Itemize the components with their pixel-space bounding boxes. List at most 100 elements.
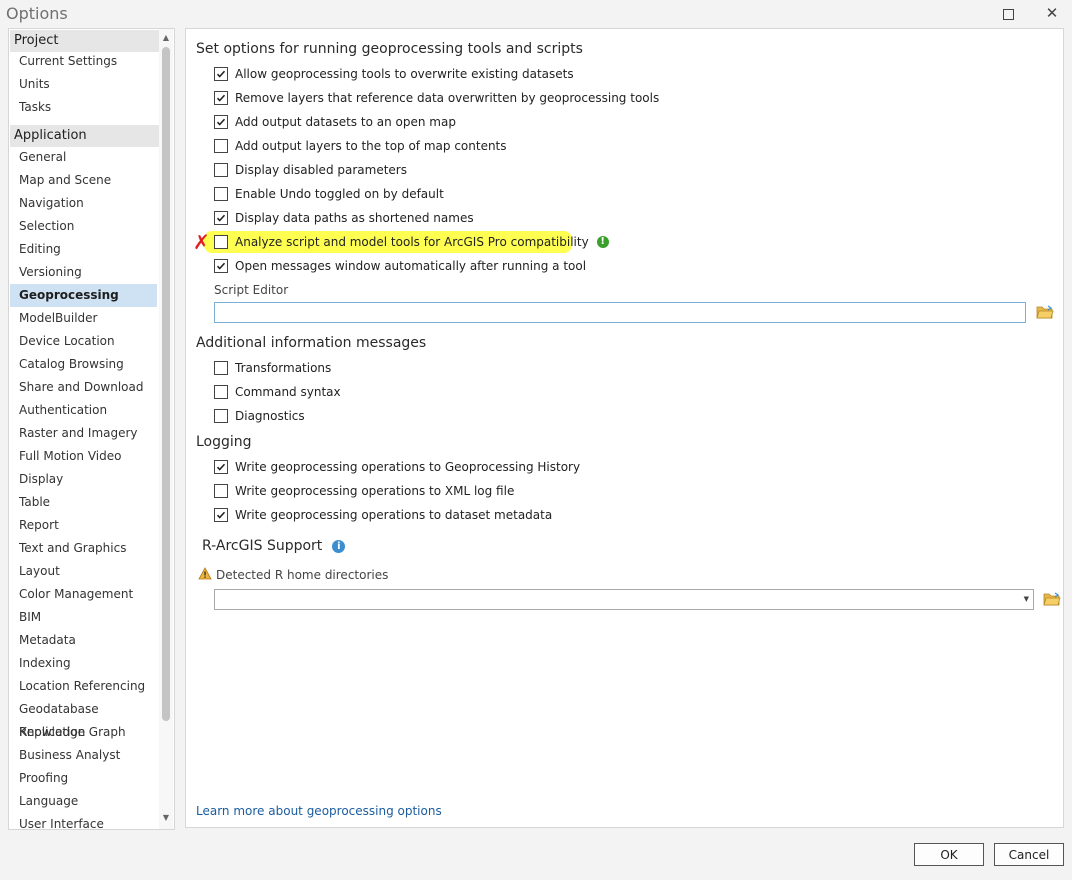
section-heading-geoprocessing: Set options for running geoprocessing to… xyxy=(196,41,583,57)
sidebar-item-tasks[interactable]: Tasks xyxy=(10,96,157,119)
sidebar-item-color-management[interactable]: Color Management xyxy=(10,583,157,606)
script-editor-input[interactable] xyxy=(214,302,1026,323)
sidebar-item-current-settings[interactable]: Current Settings xyxy=(10,50,157,73)
sidebar-item-navigation[interactable]: Navigation xyxy=(10,192,157,215)
cancel-button[interactable]: Cancel xyxy=(994,843,1064,866)
sidebar-item-metadata[interactable]: Metadata xyxy=(10,629,157,652)
close-icon: ✕ xyxy=(1045,4,1059,22)
checkbox-analyze-compatibility[interactable] xyxy=(214,235,228,249)
option-label: Display data paths as shortened names xyxy=(235,211,474,225)
sidebar-item-raster-and-imagery[interactable]: Raster and Imagery xyxy=(10,422,157,445)
scroll-down-icon[interactable]: ▼ xyxy=(159,811,173,825)
sidebar-item-editing[interactable]: Editing xyxy=(10,238,157,261)
checkbox-display-disabled-parameters[interactable] xyxy=(214,163,228,177)
option-label: Write geoprocessing operations to datase… xyxy=(235,508,553,522)
maximize-button[interactable] xyxy=(996,4,1020,24)
ok-button[interactable]: OK xyxy=(914,843,984,866)
sidebar-item-selection[interactable]: Selection xyxy=(10,215,157,238)
sidebar-group-project: Project xyxy=(10,30,161,52)
sidebar-item-proofing[interactable]: Proofing xyxy=(10,767,157,790)
learn-more-link[interactable]: Learn more about geoprocessing options xyxy=(196,804,442,818)
option-label: Transformations xyxy=(235,361,332,375)
sidebar-item-map-and-scene[interactable]: Map and Scene xyxy=(10,169,157,192)
option-label: Remove layers that reference data overwr… xyxy=(235,91,660,105)
info-icon[interactable]: i xyxy=(332,540,346,553)
sidebar-item-location-referencing[interactable]: Location Referencing xyxy=(10,675,157,698)
sidebar-item-geodatabase-replication[interactable]: Geodatabase Replication xyxy=(10,698,157,739)
red-x-annotation: ✗ xyxy=(193,230,210,254)
checkbox-add-output-layers-top[interactable] xyxy=(214,139,228,153)
scroll-thumb[interactable] xyxy=(162,47,170,721)
sidebar-item-authentication[interactable]: Authentication xyxy=(10,399,157,422)
checkbox-remove-layers[interactable] xyxy=(214,91,228,105)
option-label: Enable Undo toggled on by default xyxy=(235,187,444,201)
checkbox-open-messages-window[interactable] xyxy=(214,259,228,273)
sidebar-item-catalog-browsing[interactable]: Catalog Browsing xyxy=(10,353,157,376)
warning-icon xyxy=(198,567,212,583)
checkbox-command-syntax[interactable] xyxy=(214,385,228,399)
sidebar-item-device-location[interactable]: Device Location xyxy=(10,330,157,353)
r-home-dropdown[interactable]: ▼ xyxy=(214,589,1034,610)
close-button[interactable]: ✕ xyxy=(1040,4,1064,24)
options-sidebar: Project Current Settings Units Tasks App… xyxy=(8,28,175,830)
option-row: Add output layers to the top of map cont… xyxy=(214,137,507,155)
section-heading-r-arcgis: R-ArcGIS Support i xyxy=(202,538,346,554)
sidebar-group-application: Application xyxy=(10,125,161,147)
sidebar-item-table[interactable]: Table xyxy=(10,491,157,514)
script-editor-label: Script Editor xyxy=(214,283,289,297)
checkbox-shortened-names[interactable] xyxy=(214,211,228,225)
sidebar-item-report[interactable]: Report xyxy=(10,514,157,537)
sidebar-item-modelbuilder[interactable]: ModelBuilder xyxy=(10,307,157,330)
sidebar-item-general[interactable]: General xyxy=(10,146,157,169)
checkbox-diagnostics[interactable] xyxy=(214,409,228,423)
option-row: Enable Undo toggled on by default xyxy=(214,185,444,203)
option-row: Allow geoprocessing tools to overwrite e… xyxy=(214,65,574,83)
checkbox-enable-undo[interactable] xyxy=(214,187,228,201)
info-icon[interactable]: ! xyxy=(596,236,609,248)
checkbox-transformations[interactable] xyxy=(214,361,228,375)
option-row: Open messages window automatically after… xyxy=(214,257,586,275)
options-content-panel: Set options for running geoprocessing to… xyxy=(185,28,1064,828)
checkbox-allow-overwrite[interactable] xyxy=(214,67,228,81)
scroll-up-icon[interactable]: ▲ xyxy=(159,31,173,45)
option-label: Open messages window automatically after… xyxy=(235,259,587,273)
detected-r-row: Detected R home directories xyxy=(198,567,388,583)
checkbox-write-history[interactable] xyxy=(214,460,228,474)
window-title: Options xyxy=(6,4,68,23)
sidebar-item-units[interactable]: Units xyxy=(10,73,157,96)
checkbox-write-metadata[interactable] xyxy=(214,508,228,522)
sidebar-item-display[interactable]: Display xyxy=(10,468,157,491)
folder-open-icon[interactable] xyxy=(1043,592,1061,606)
r-arcgis-heading-text: R-ArcGIS Support xyxy=(202,538,323,554)
option-label: Add output datasets to an open map xyxy=(235,115,456,129)
sidebar-item-language[interactable]: Language xyxy=(10,790,157,813)
chevron-down-icon[interactable]: ▼ xyxy=(1024,595,1029,603)
checkbox-write-xml-log[interactable] xyxy=(214,484,228,498)
sidebar-item-business-analyst[interactable]: Business Analyst xyxy=(10,744,157,767)
sidebar-item-full-motion-video[interactable]: Full Motion Video xyxy=(10,445,157,468)
sidebar-item-bim[interactable]: BIM xyxy=(10,606,157,629)
option-row: Transformations xyxy=(214,359,331,377)
option-label: Allow geoprocessing tools to overwrite e… xyxy=(235,67,574,81)
option-label: Command syntax xyxy=(235,385,341,399)
sidebar-scrollbar[interactable]: ▲ ▼ xyxy=(159,29,173,829)
sidebar-item-user-interface[interactable]: User Interface xyxy=(10,813,157,829)
sidebar-item-share-and-download[interactable]: Share and Download xyxy=(10,376,157,399)
sidebar-item-geoprocessing[interactable]: Geoprocessing xyxy=(10,284,157,307)
folder-open-icon[interactable] xyxy=(1036,305,1054,319)
checkbox-add-output-datasets[interactable] xyxy=(214,115,228,129)
option-row: Remove layers that reference data overwr… xyxy=(214,89,659,107)
option-row: Write geoprocessing operations to XML lo… xyxy=(214,482,514,500)
sidebar-item-knowledge-graph[interactable]: Knowledge Graph xyxy=(10,721,157,744)
sidebar-item-layout[interactable]: Layout xyxy=(10,560,157,583)
option-row: Analyze script and model tools for ArcGI… xyxy=(214,233,609,251)
option-label: Diagnostics xyxy=(235,409,305,423)
maximize-icon xyxy=(1002,9,1014,20)
option-label: Analyze script and model tools for ArcGI… xyxy=(235,235,589,249)
sidebar-item-text-and-graphics[interactable]: Text and Graphics xyxy=(10,537,157,560)
option-row: Display disabled parameters xyxy=(214,161,407,179)
sidebar-item-versioning[interactable]: Versioning xyxy=(10,261,157,284)
option-row: Display data paths as shortened names xyxy=(214,209,474,227)
sidebar-item-indexing[interactable]: Indexing xyxy=(10,652,157,675)
option-row: Command syntax xyxy=(214,383,341,401)
